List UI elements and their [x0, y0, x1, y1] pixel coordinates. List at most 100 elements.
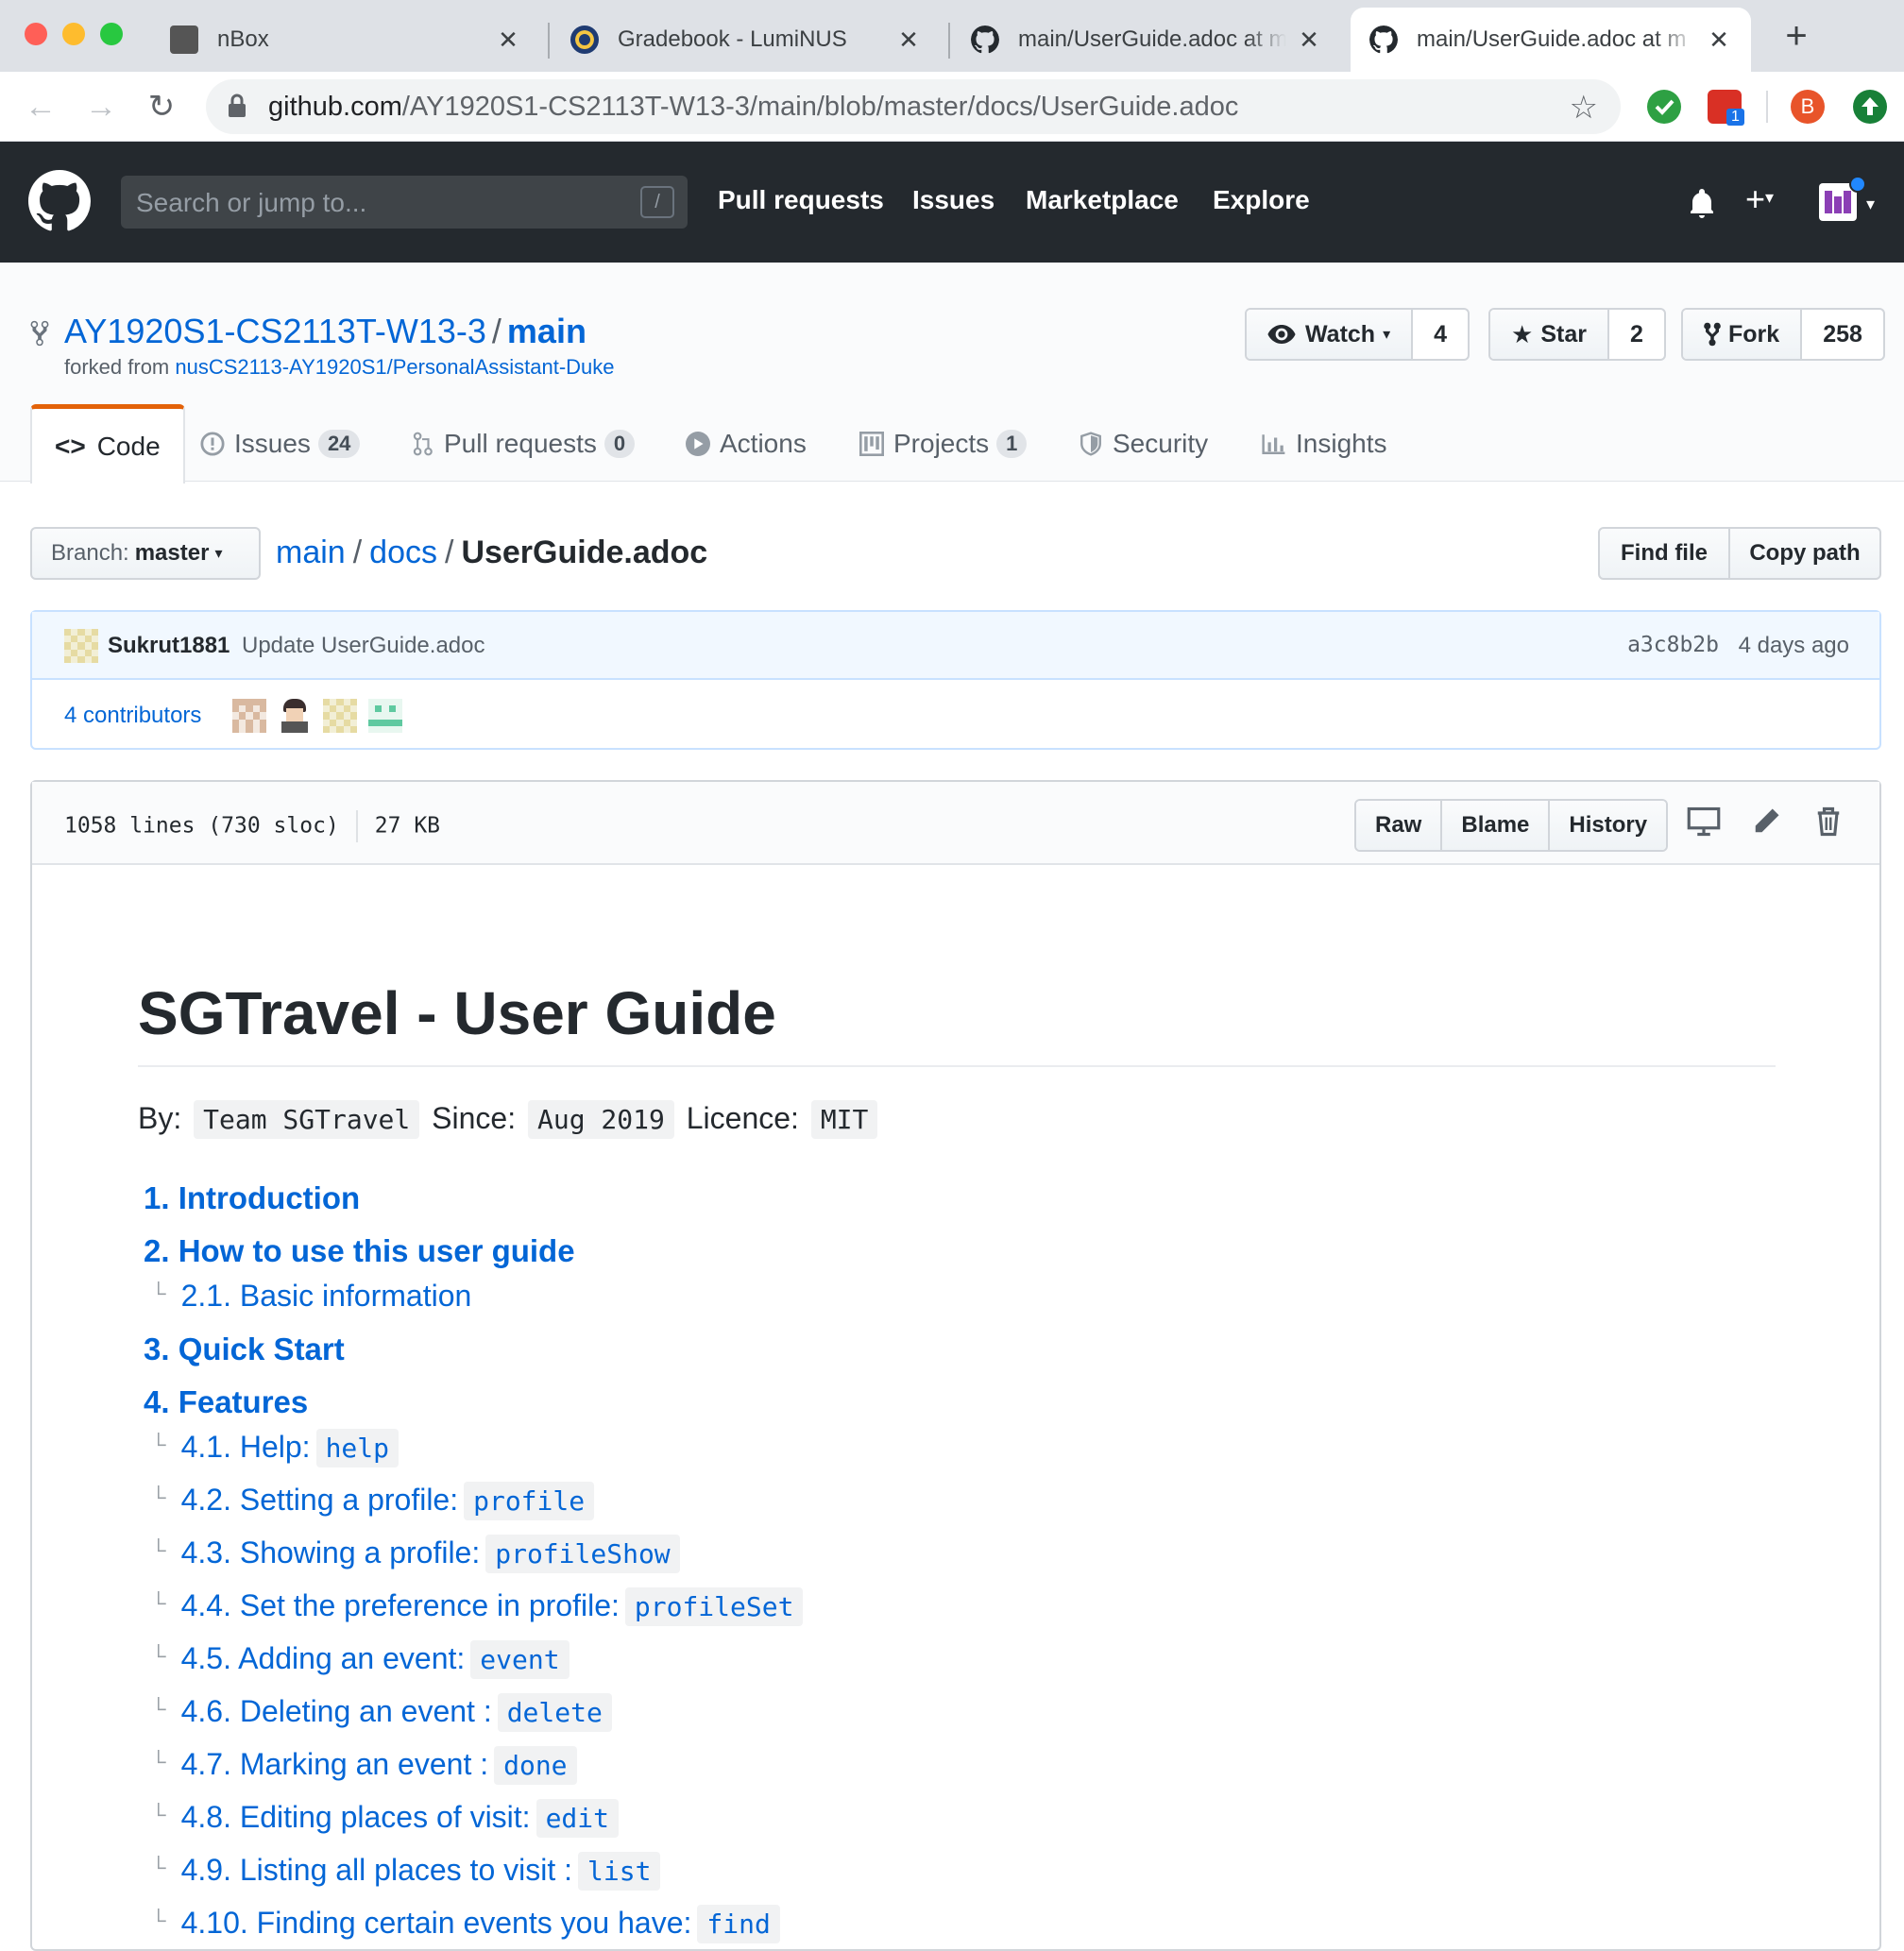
nav-pull-requests[interactable]: Pull requests — [718, 185, 884, 215]
star-button[interactable]: ★ Star — [1490, 310, 1609, 359]
toc-link[interactable]: 4.6. Deleting an event : — [181, 1694, 492, 1728]
tab-pull-requests[interactable]: Pull requests 0 — [410, 406, 636, 482]
toc-item[interactable]: └ 4.9. Listing all places to visit : list — [151, 1852, 661, 1891]
toc-link[interactable]: 4. Features — [144, 1384, 308, 1419]
toc-item[interactable]: └ 4.3. Showing a profile: profileShow — [151, 1535, 680, 1573]
close-tab-icon[interactable]: ✕ — [1296, 25, 1322, 55]
repo-owner-link[interactable]: AY1920S1-CS2113T-W13-3 — [64, 312, 486, 350]
toc-link[interactable]: 4.1. Help: — [181, 1430, 311, 1464]
commit-sha-link[interactable]: a3c8b2b — [1627, 633, 1719, 657]
breadcrumb-folder-link[interactable]: docs — [369, 534, 437, 570]
close-window-button[interactable] — [25, 23, 47, 45]
browser-tab[interactable]: main/UserGuide.adoc at m ✕ — [952, 8, 1341, 72]
close-tab-icon[interactable]: ✕ — [495, 25, 521, 55]
toc-item[interactable]: 3. Quick Start — [144, 1332, 345, 1367]
toc-link[interactable]: 2.1. Basic information — [181, 1279, 472, 1313]
toc-item[interactable]: └ 2.1. Basic information — [151, 1279, 471, 1314]
toc-link[interactable]: 4.2. Setting a profile: — [181, 1483, 459, 1517]
tab-security[interactable]: Security — [1079, 406, 1208, 482]
blame-button[interactable]: Blame — [1442, 801, 1551, 850]
toc-item[interactable]: └ 4.4. Set the preference in profile: prof… — [151, 1587, 804, 1626]
minimize-window-button[interactable] — [62, 23, 85, 45]
new-tab-button[interactable]: + — [1774, 15, 1819, 58]
toc-item[interactable]: └ 4.7. Marking an event : done — [151, 1746, 577, 1785]
maximize-window-button[interactable] — [100, 23, 123, 45]
toc-link[interactable]: 4.9. Listing all places to visit : — [181, 1853, 572, 1887]
trash-icon[interactable] — [1811, 805, 1845, 839]
contributor-avatar[interactable] — [323, 699, 357, 733]
toc-item[interactable]: └ 4.6. Deleting an event : delete — [151, 1693, 612, 1732]
tab-issues[interactable]: Issues 24 — [200, 406, 361, 482]
address-bar[interactable]: github.com/AY1920S1-CS2113T-W13-3/main/b… — [206, 79, 1621, 134]
create-new-icon[interactable]: +▾ — [1745, 179, 1774, 219]
tab-code[interactable]: <> Code — [30, 404, 185, 484]
toc-branch-icon: └ — [151, 1750, 166, 1773]
nav-marketplace[interactable]: Marketplace — [1026, 185, 1179, 215]
toc-item[interactable]: 2. How to use this user guide — [144, 1233, 575, 1269]
toc-item[interactable]: └ 4.5. Adding an event: event — [151, 1640, 570, 1679]
toc-item[interactable]: └ 4.1. Help: help — [151, 1429, 399, 1467]
toc-item[interactable]: └ 4.8. Editing places of visit: edit — [151, 1799, 619, 1838]
bookmark-star-icon[interactable]: ☆ — [1570, 89, 1598, 127]
browser-tab[interactable]: Gradebook - LumiNUS ✕ — [552, 8, 941, 72]
pull-request-icon — [413, 432, 433, 456]
browser-tab[interactable]: nBox ✕ — [151, 8, 540, 72]
contributors-link[interactable]: 4 contributors — [64, 703, 201, 729]
nav-issues[interactable]: Issues — [912, 185, 994, 215]
toc-link[interactable]: 2. How to use this user guide — [144, 1233, 575, 1268]
forked-from-link[interactable]: nusCS2113-AY1920S1/PersonalAssistant-Duk… — [175, 355, 614, 379]
contributor-avatar[interactable] — [368, 699, 402, 733]
repo-name-link[interactable]: main — [507, 312, 586, 350]
update-icon[interactable] — [1853, 90, 1887, 124]
forward-button[interactable]: → — [79, 85, 123, 128]
toc-item[interactable]: └ 4.10. Finding certain events you have: f… — [151, 1905, 780, 1943]
raw-button[interactable]: Raw — [1356, 801, 1443, 850]
extension-icon[interactable]: 1 — [1708, 90, 1744, 126]
toc-link[interactable]: 1. Introduction — [144, 1180, 360, 1215]
contributor-avatar[interactable] — [278, 699, 312, 733]
watch-count[interactable]: 4 — [1413, 310, 1468, 359]
toc-item[interactable]: 4. Features — [144, 1384, 308, 1420]
fork-button[interactable]: Fork — [1683, 310, 1803, 359]
tab-actions[interactable]: Actions — [686, 406, 807, 482]
close-tab-icon[interactable]: ✕ — [1706, 25, 1732, 55]
toc-link[interactable]: 4.3. Showing a profile: — [181, 1535, 481, 1569]
tab-label: Insights — [1296, 429, 1387, 458]
reload-button[interactable]: ↻ — [140, 85, 183, 128]
pencil-icon[interactable] — [1749, 805, 1783, 839]
check-extension-icon[interactable] — [1647, 90, 1681, 124]
tab-insights[interactable]: Insights — [1262, 406, 1387, 482]
commit-message-link[interactable]: Update UserGuide.adoc — [242, 633, 484, 659]
toc-item[interactable]: 1. Introduction — [144, 1180, 360, 1216]
find-file-button[interactable]: Find file — [1598, 527, 1730, 580]
author-avatar[interactable] — [64, 629, 98, 663]
toc-item[interactable]: └ 4.2. Setting a profile: profile — [151, 1482, 595, 1520]
watch-button[interactable]: Watch ▾ — [1247, 310, 1414, 359]
toc-link[interactable]: 3. Quick Start — [144, 1332, 345, 1366]
profile-avatar[interactable]: B — [1791, 90, 1825, 124]
search-input[interactable]: Search or jump to... / — [121, 176, 688, 229]
back-button[interactable]: ← — [19, 85, 62, 128]
toc-link[interactable]: 4.10. Finding certain events you have: — [181, 1906, 692, 1940]
branch-selector[interactable]: Branch: master ▾ — [30, 527, 261, 580]
nav-explore[interactable]: Explore — [1213, 185, 1310, 215]
since-label: Since: — [432, 1101, 517, 1135]
copy-path-button[interactable]: Copy path — [1728, 527, 1881, 580]
github-logo-icon[interactable] — [28, 170, 91, 232]
bell-icon[interactable] — [1687, 189, 1717, 221]
toc-link[interactable]: 4.8. Editing places of visit: — [181, 1800, 531, 1834]
browser-tab-active[interactable]: main/UserGuide.adoc at m ✕ — [1351, 8, 1751, 72]
history-button[interactable]: History — [1550, 801, 1667, 850]
tab-projects[interactable]: Projects 1 — [859, 406, 1028, 482]
breadcrumb-repo-link[interactable]: main — [276, 534, 346, 570]
star-icon: ★ — [1511, 319, 1534, 348]
desktop-icon[interactable] — [1687, 805, 1721, 839]
star-count[interactable]: 2 — [1609, 310, 1664, 359]
toc-link[interactable]: 4.7. Marking an event : — [181, 1747, 489, 1781]
toc-link[interactable]: 4.5. Adding an event: — [181, 1641, 466, 1675]
toc-link[interactable]: 4.4. Set the preference in profile: — [181, 1588, 620, 1622]
close-tab-icon[interactable]: ✕ — [895, 25, 922, 55]
commit-author-link[interactable]: Sukrut1881 — [108, 633, 230, 659]
fork-count[interactable]: 258 — [1802, 310, 1883, 359]
contributor-avatar[interactable] — [232, 699, 266, 733]
